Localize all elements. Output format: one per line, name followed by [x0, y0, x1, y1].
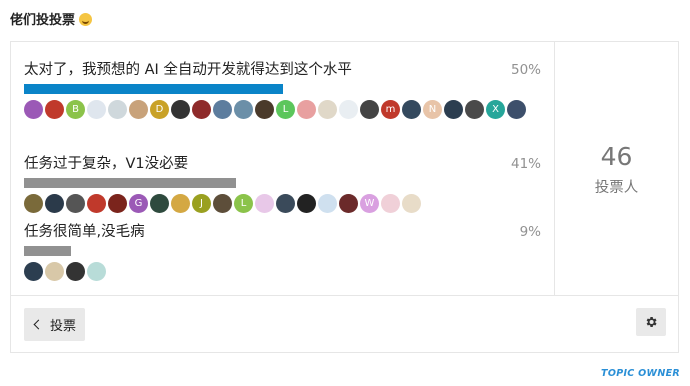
poll-option-bar — [24, 246, 541, 256]
voter-avatar[interactable]: G — [129, 194, 148, 213]
voter-avatar[interactable] — [108, 194, 127, 213]
voter-avatar[interactable] — [171, 194, 190, 213]
poll-container: 太对了，我预想的 AI 全自动开发就得达到这个水平 50% B D Lm N X 任务过… — [10, 41, 679, 353]
poll-settings-button[interactable] — [636, 308, 666, 336]
voter-count-panel: 46 投票人 — [555, 42, 678, 295]
voter-avatar[interactable] — [129, 100, 148, 119]
voter-avatar[interactable]: D — [150, 100, 169, 119]
voter-avatar[interactable] — [318, 100, 337, 119]
voter-avatar[interactable] — [192, 100, 211, 119]
voter-avatar[interactable] — [507, 100, 526, 119]
voter-avatar[interactable] — [66, 262, 85, 281]
voter-avatar[interactable] — [402, 100, 421, 119]
poll-option-3[interactable]: 任务很简单,没毛病 9% — [24, 221, 541, 281]
voter-avatar[interactable] — [276, 194, 295, 213]
voter-avatar[interactable] — [402, 194, 421, 213]
voter-avatar[interactable]: L — [276, 100, 295, 119]
voter-avatar[interactable] — [339, 100, 358, 119]
poll-option-bar-fill — [24, 84, 283, 94]
page-title-text: 佬们投投票 — [10, 13, 76, 28]
voter-avatar[interactable] — [87, 194, 106, 213]
voter-avatar[interactable] — [444, 100, 463, 119]
voter-avatar[interactable]: L — [234, 194, 253, 213]
page-title: 佬们投投票 — [10, 9, 93, 28]
chevron-left-icon — [33, 319, 44, 330]
voter-avatar[interactable]: W — [360, 194, 379, 213]
voter-avatar[interactable] — [66, 194, 85, 213]
poll-option-label: 任务很简单,没毛病 — [24, 224, 145, 240]
voter-avatar[interactable] — [234, 100, 253, 119]
topic-owner-label: TOPIC OWNER — [601, 368, 680, 379]
voter-avatar[interactable] — [45, 262, 64, 281]
voter-avatar[interactable] — [24, 194, 43, 213]
poll-option-voters: B D Lm N X — [24, 100, 544, 119]
voter-avatar[interactable] — [297, 100, 316, 119]
poll-option-voters — [24, 262, 544, 281]
poll-option-percent: 41% — [510, 156, 541, 172]
voter-avatar[interactable]: X — [486, 100, 505, 119]
poll-option-label: 任务过于复杂，V1没必要 — [24, 156, 189, 172]
back-to-vote-label: 投票 — [49, 319, 76, 334]
back-to-vote-button[interactable]: 投票 — [24, 308, 85, 341]
voter-avatar[interactable] — [108, 100, 127, 119]
voter-count-label: 投票人 — [594, 180, 639, 196]
voter-avatar[interactable] — [297, 194, 316, 213]
voter-avatar[interactable] — [213, 100, 232, 119]
voter-count: 46 — [600, 142, 633, 171]
voter-avatar[interactable] — [45, 100, 64, 119]
grinning-face-icon — [79, 13, 93, 26]
voter-avatar[interactable] — [45, 194, 64, 213]
poll-option-percent: 9% — [519, 224, 541, 240]
poll-options: 太对了，我预想的 AI 全自动开发就得达到这个水平 50% B D Lm N X 任务过… — [11, 42, 554, 295]
voter-avatar[interactable] — [339, 194, 358, 213]
voter-avatar[interactable]: N — [423, 100, 442, 119]
voter-avatar[interactable]: J — [192, 194, 211, 213]
poll-option-bar — [24, 84, 541, 94]
voter-avatar[interactable]: m — [381, 100, 400, 119]
voter-avatar[interactable] — [255, 194, 274, 213]
voter-avatar[interactable] — [360, 100, 379, 119]
horizontal-divider — [11, 295, 678, 296]
voter-avatar[interactable] — [87, 100, 106, 119]
poll-option-bar — [24, 178, 541, 188]
voter-avatar[interactable] — [150, 194, 169, 213]
voter-avatar[interactable] — [465, 100, 484, 119]
poll-option-2[interactable]: 任务过于复杂，V1没必要 41% G J L W — [24, 153, 541, 213]
voter-avatar[interactable] — [24, 262, 43, 281]
poll-option-voters: GJLW — [24, 194, 544, 213]
gear-icon — [646, 316, 657, 328]
voter-avatar[interactable] — [24, 100, 43, 119]
poll-option-bar-fill — [24, 178, 236, 188]
voter-avatar[interactable] — [318, 194, 337, 213]
poll-option-percent: 50% — [510, 62, 541, 78]
voter-avatar[interactable] — [381, 194, 400, 213]
voter-avatar[interactable] — [87, 262, 106, 281]
poll-option-bar-fill — [24, 246, 71, 256]
voter-avatar[interactable] — [255, 100, 274, 119]
voter-avatar[interactable]: B — [66, 100, 85, 119]
poll-option-label: 太对了，我预想的 AI 全自动开发就得达到这个水平 — [24, 62, 352, 78]
voter-avatar[interactable] — [213, 194, 232, 213]
voter-avatar[interactable] — [171, 100, 190, 119]
poll-option-1[interactable]: 太对了，我预想的 AI 全自动开发就得达到这个水平 50% B D Lm N X — [24, 59, 541, 119]
